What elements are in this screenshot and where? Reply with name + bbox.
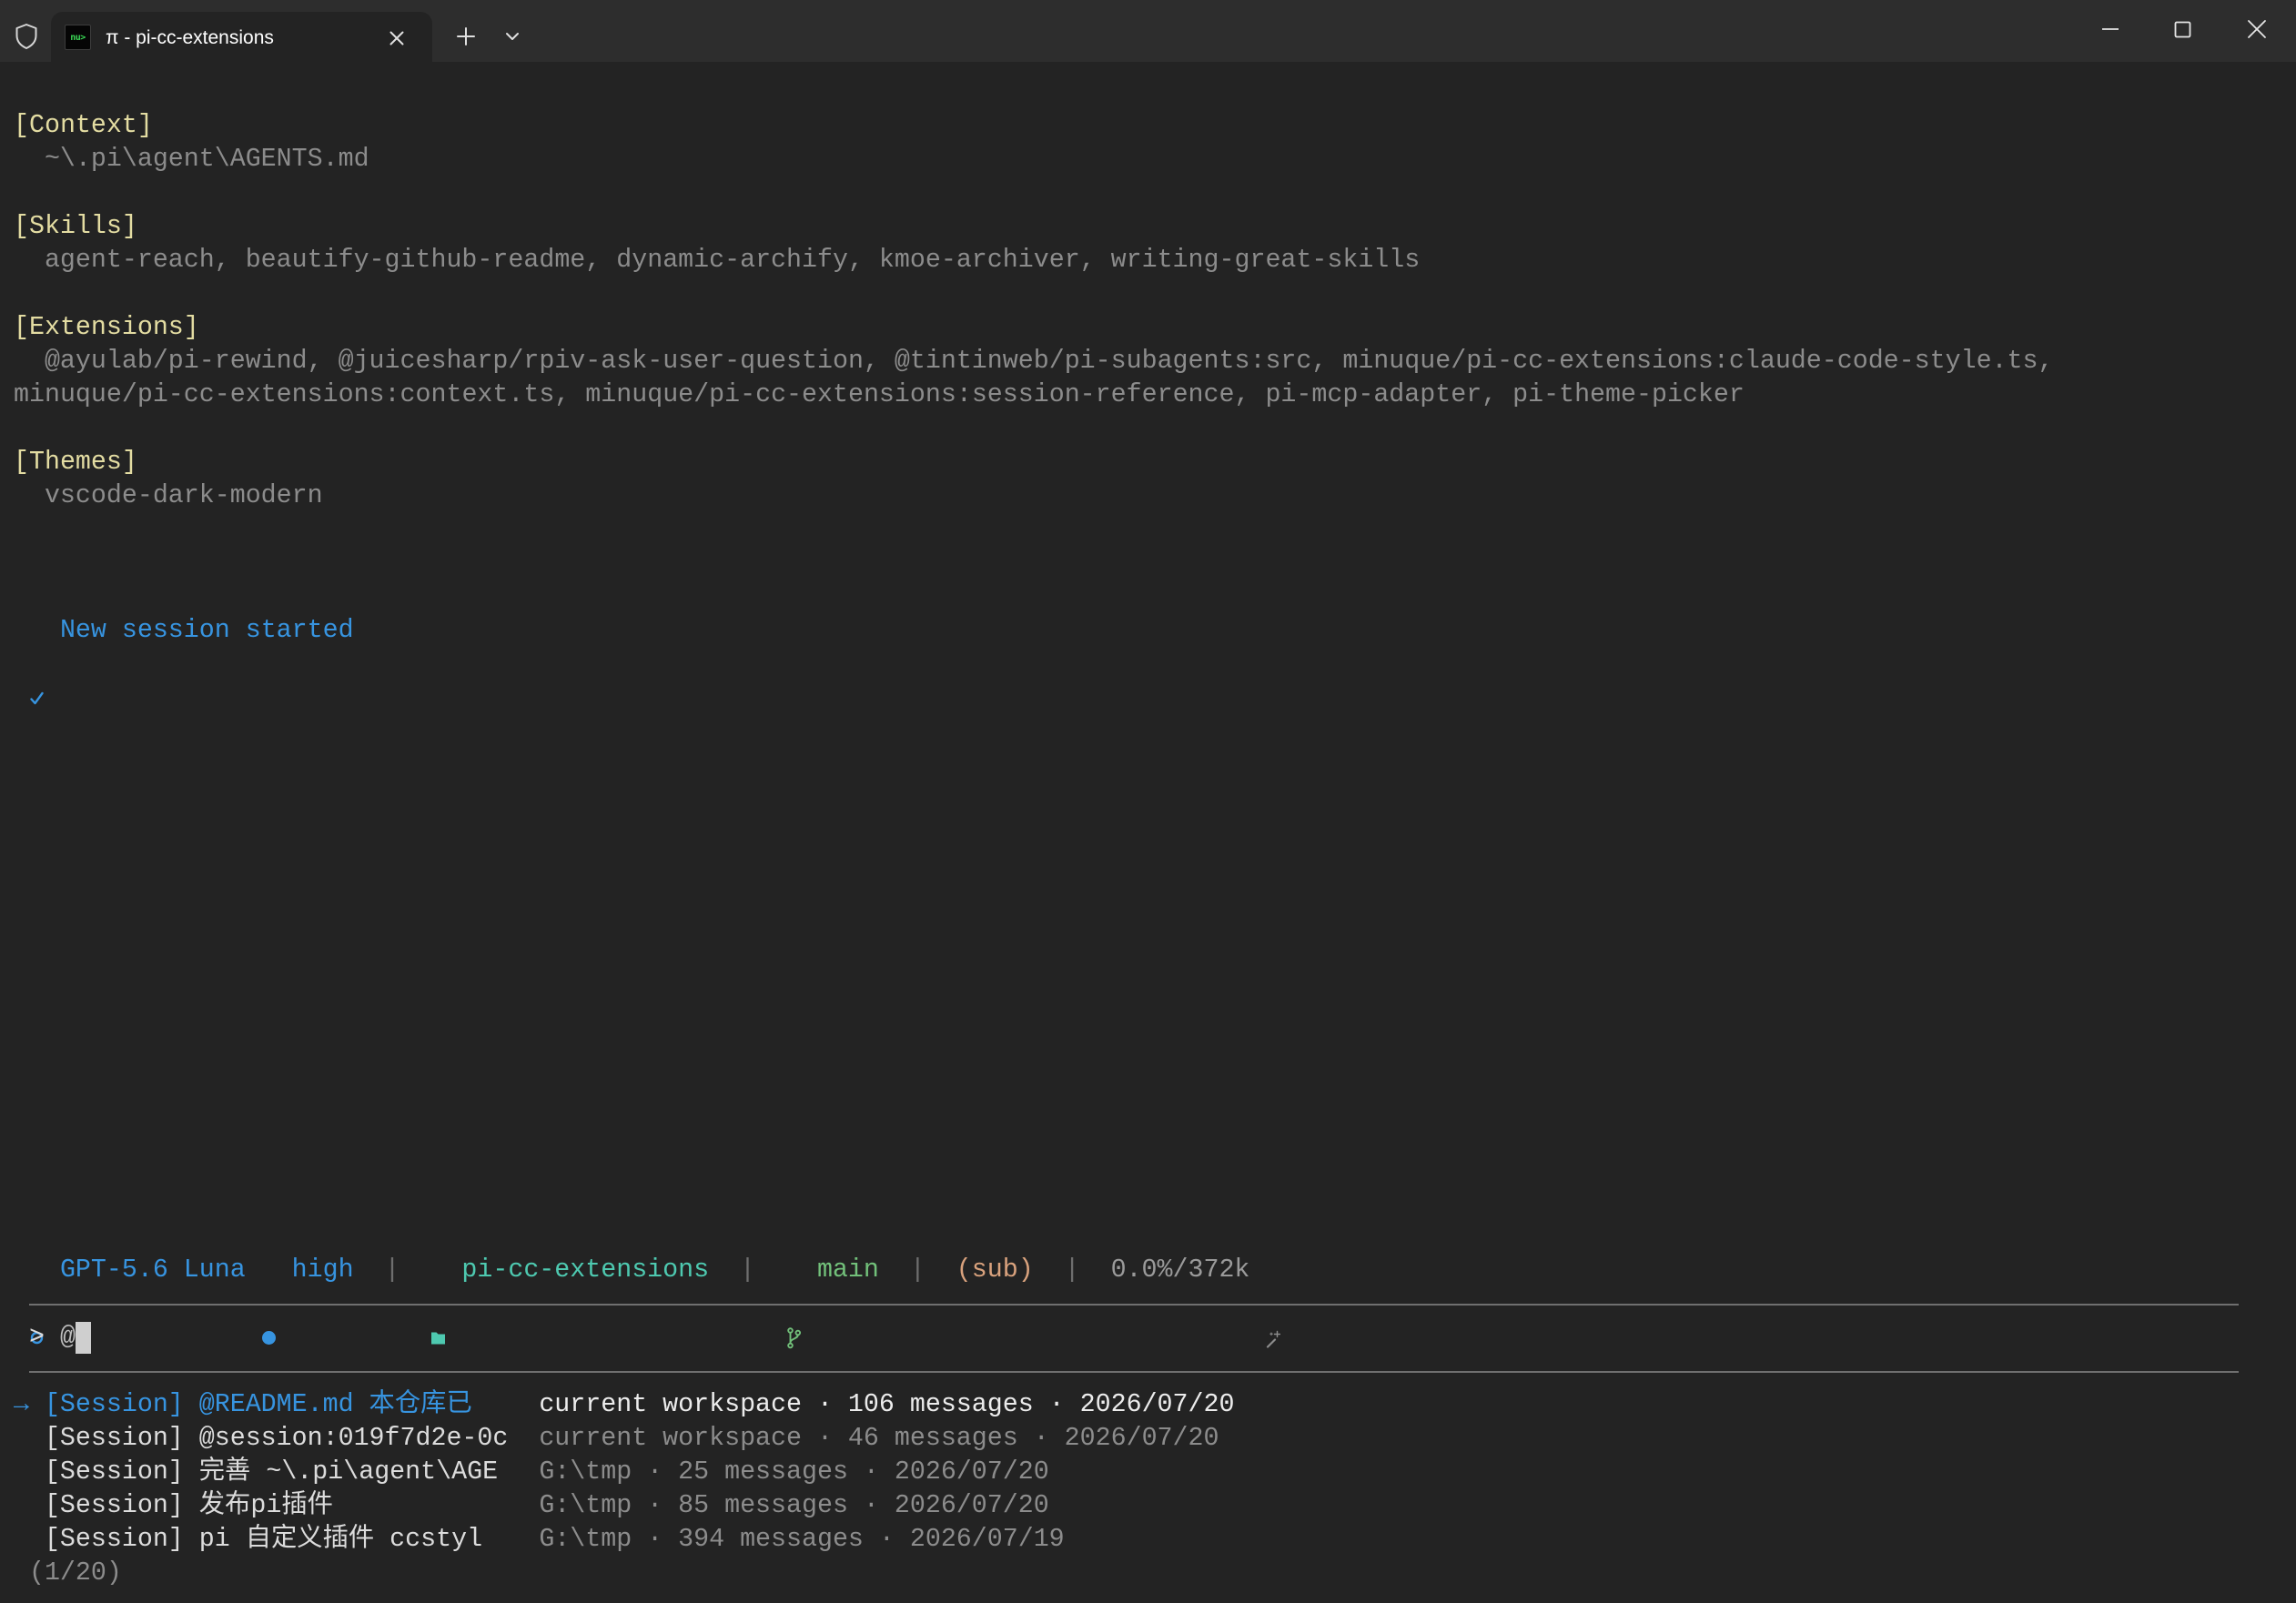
autocomplete-pager: (1/20) xyxy=(14,1557,2252,1590)
terminal-pane[interactable]: [Context] ~\.pi\agent\AGENTS.md [Skills]… xyxy=(0,62,2296,1603)
chevron-down-icon xyxy=(506,33,519,40)
new-tab-button[interactable] xyxy=(450,20,482,53)
selection-arrow: → xyxy=(14,1390,29,1419)
close-icon xyxy=(389,31,404,45)
maximize-button[interactable] xyxy=(2147,0,2220,58)
maximize-icon xyxy=(2174,21,2191,38)
themes-header: [Themes] xyxy=(14,448,137,477)
autocomplete-item-label: [Session] 发布pi插件 xyxy=(44,1491,333,1520)
skills-header: [Skills] xyxy=(14,212,137,241)
tab-pi-cc-extensions[interactable]: nu> π - pi-cc-extensions xyxy=(51,12,432,62)
status-separator: | xyxy=(384,1255,400,1285)
directory-name: pi-cc-extensions xyxy=(461,1255,710,1285)
skills-list: agent-reach, beautify-github-readme, dyn… xyxy=(44,246,1421,275)
extensions-list-line: @ayulab/pi-rewind, @juicesharp/rpiv-ask-… xyxy=(44,347,2054,376)
session-notice-text: New session started xyxy=(59,616,354,645)
autocomplete-item-meta: G:\tmp · 25 messages · 2026/07/20 xyxy=(539,1457,1049,1487)
session-notice: New session started xyxy=(14,614,2252,705)
autocomplete-item-label: [Session] @session:019f7d2e-0c xyxy=(44,1424,509,1453)
prompt-line: > @ xyxy=(14,1321,2252,1355)
prompt-symbol: > xyxy=(28,1323,45,1352)
close-window-button[interactable] xyxy=(2220,0,2293,58)
context-header: [Context] xyxy=(14,111,153,140)
tab-close-button[interactable] xyxy=(384,25,410,51)
text-cursor xyxy=(75,1322,91,1354)
autocomplete-item[interactable]: [Session] 完善 ~\.pi\agent\AGE G:\tmp · 25… xyxy=(14,1456,2252,1489)
status-separator: | xyxy=(1064,1255,1080,1285)
prompt-input[interactable]: @ xyxy=(60,1321,2223,1355)
tab-title: π - pi-cc-extensions xyxy=(106,27,274,48)
status-separator: | xyxy=(909,1255,925,1285)
title-bar: nu> π - pi-cc-extensions xyxy=(0,0,2296,62)
editor-bottom-border xyxy=(28,1371,2240,1373)
autocomplete-item-meta: current workspace · 106 messages · 2026/… xyxy=(539,1390,1235,1419)
thinking-level: high xyxy=(291,1255,354,1285)
model-name: GPT-5.6 Luna xyxy=(59,1255,246,1285)
minimize-button[interactable] xyxy=(2074,0,2147,58)
nushell-icon-text: nu> xyxy=(70,32,86,43)
theme-name: vscode-dark-modern xyxy=(44,481,323,510)
autocomplete-item[interactable]: [Session] 发布pi插件 G:\tmp · 85 messages · … xyxy=(14,1489,2252,1523)
prompt-input-text: @ xyxy=(59,1323,76,1352)
autocomplete-item-label: [Session] pi 自定义插件 ccstyl xyxy=(44,1525,483,1554)
status-bar: GPT-5.6 Luna high | pi-cc-extensions | m… xyxy=(14,1254,2252,1349)
status-separator: | xyxy=(740,1255,756,1285)
autocomplete-item[interactable]: [Session] pi 自定义插件 ccstyl G:\tmp · 394 m… xyxy=(14,1523,2252,1557)
magic-wand-icon xyxy=(1265,1254,1358,1348)
context-path: ~\.pi\agent\AGENTS.md xyxy=(44,145,369,174)
plus-icon xyxy=(457,27,475,45)
autocomplete-item-label: [Session] @README.md 本仓库已 xyxy=(44,1390,472,1419)
autocomplete-item-meta: current workspace · 46 messages · 2026/0… xyxy=(539,1424,1219,1453)
autocomplete-item-label: [Session] 完善 ~\.pi\agent\AGE xyxy=(44,1457,499,1487)
extensions-header: [Extensions] xyxy=(14,313,199,342)
extensions-list-line: minuque/pi-cc-extensions:context.ts, min… xyxy=(14,380,1745,409)
autocomplete-item[interactable]: [Session] @session:019f7d2e-0c current w… xyxy=(14,1422,2252,1456)
autocomplete-item-meta: G:\tmp · 394 messages · 2026/07/19 xyxy=(539,1525,1065,1554)
plan-badge: (sub) xyxy=(956,1255,1034,1285)
nushell-icon: nu> xyxy=(65,25,91,50)
autocomplete-item-meta: G:\tmp · 85 messages · 2026/07/20 xyxy=(539,1491,1049,1520)
shield-icon xyxy=(15,23,38,50)
profile-dropdown-button[interactable] xyxy=(498,22,527,51)
close-icon xyxy=(2248,20,2266,38)
pager-text: (1/20) xyxy=(28,1558,122,1588)
autocomplete-item[interactable]: → [Session] @README.md 本仓库已 current work… xyxy=(14,1388,2252,1422)
minimize-icon xyxy=(2102,28,2119,30)
editor-top-border xyxy=(28,1304,2240,1306)
context-usage: 0.0%/372k xyxy=(1110,1255,1250,1285)
branch-name: main xyxy=(816,1255,879,1285)
